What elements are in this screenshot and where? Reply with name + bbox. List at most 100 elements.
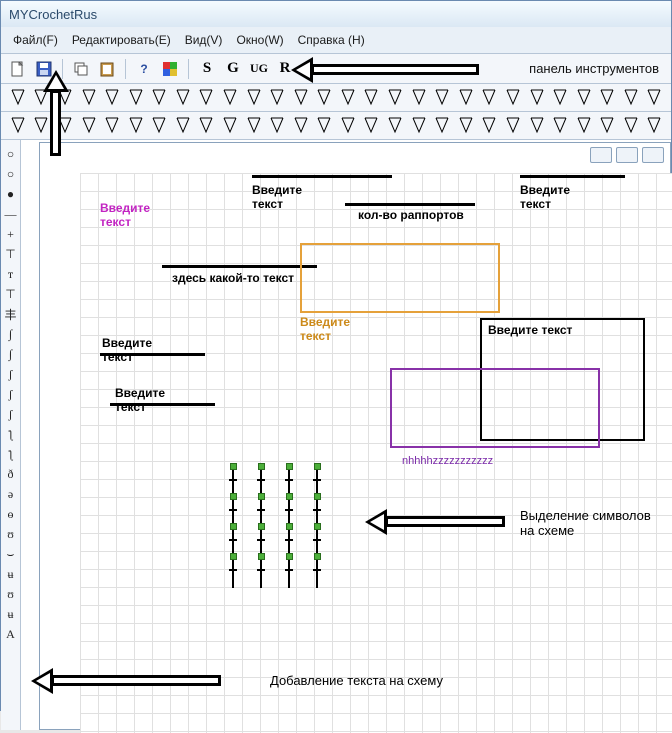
menu-file[interactable]: Файл(F) (7, 31, 64, 49)
side-tool-button[interactable]: ʃ (3, 366, 19, 382)
copy-icon[interactable] (70, 58, 92, 80)
side-tool-button[interactable]: ə (3, 486, 19, 502)
stitch-symbol-button[interactable] (384, 114, 406, 136)
side-tool-button[interactable]: ð (3, 466, 19, 482)
stitch-symbol-button[interactable] (408, 86, 430, 108)
text-prompt[interactable]: Введите текст (520, 183, 570, 211)
stitch-symbol-button[interactable] (361, 86, 383, 108)
side-tool-button[interactable]: ⊤ (3, 286, 19, 302)
stitch-symbol-button[interactable] (196, 86, 218, 108)
close-button[interactable] (642, 147, 664, 163)
side-tool-button[interactable]: ⌣ (3, 546, 19, 562)
stitch-symbol-button[interactable] (219, 86, 241, 108)
stitch-symbol-button[interactable] (290, 86, 312, 108)
stitch-symbol-button[interactable] (573, 86, 595, 108)
stitch-symbol-button[interactable] (7, 86, 29, 108)
side-tool-button[interactable]: ∫ (3, 346, 19, 362)
stitch-symbol-button[interactable] (549, 86, 571, 108)
text-prompt[interactable]: Введите текст (300, 315, 350, 343)
side-tool-button[interactable]: ʉ (3, 606, 19, 622)
text-prompt[interactable]: Введите текст (100, 201, 150, 229)
palette-icon[interactable] (159, 58, 181, 80)
side-tool-button[interactable]: ● (3, 186, 19, 202)
stitch-symbol-button[interactable] (125, 86, 147, 108)
paste-icon[interactable] (96, 58, 118, 80)
menu-view[interactable]: Вид(V) (179, 31, 229, 49)
stitch-symbol-button[interactable] (31, 114, 53, 136)
stitch-symbol-button[interactable] (479, 86, 501, 108)
stitch-symbol-button[interactable] (243, 86, 265, 108)
stitch-symbol-button[interactable] (502, 86, 524, 108)
stitch-symbol-button[interactable] (101, 114, 123, 136)
stitch-symbol-button[interactable] (266, 114, 288, 136)
stitch-symbol-button[interactable] (620, 114, 642, 136)
menu-edit[interactable]: Редактировать(E) (66, 31, 177, 49)
stitch-symbol-button[interactable] (596, 86, 618, 108)
stitch-symbol-button[interactable] (7, 114, 29, 136)
maximize-button[interactable] (616, 147, 638, 163)
stitch-symbol-button[interactable] (314, 86, 336, 108)
side-tool-button[interactable]: ∫ (3, 326, 19, 342)
stitch-symbol-button[interactable] (502, 114, 524, 136)
stitch-symbol-button[interactable] (431, 86, 453, 108)
stitch-symbol-button[interactable] (644, 114, 666, 136)
stitch-symbol-button[interactable] (549, 114, 571, 136)
stitch-symbol-button[interactable] (172, 114, 194, 136)
text-tool-button[interactable]: A (3, 626, 19, 642)
stitch-symbol-button[interactable] (644, 86, 666, 108)
stitch-symbol-button[interactable] (620, 86, 642, 108)
stitch-symbol-button[interactable] (172, 86, 194, 108)
text-prompt[interactable]: Введите текст (488, 323, 572, 337)
stitch-symbol-button[interactable] (219, 114, 241, 136)
side-tool-button[interactable]: ƪ (3, 426, 19, 442)
selected-stitches[interactable] (230, 463, 340, 593)
side-tool-button[interactable]: ʉ (3, 566, 19, 582)
stitch-symbol-button[interactable] (314, 114, 336, 136)
text-label[interactable]: nhhhhzzzzzzzzzzz (402, 455, 493, 467)
tool-s[interactable]: S (196, 58, 218, 80)
tool-ug[interactable]: UG (248, 58, 270, 80)
side-tool-button[interactable]: + (3, 226, 19, 242)
purple-box[interactable] (390, 368, 600, 448)
stitch-symbol-button[interactable] (148, 114, 170, 136)
side-tool-button[interactable]: ʃ (3, 406, 19, 422)
stitch-symbol-button[interactable] (101, 86, 123, 108)
stitch-symbol-button[interactable] (479, 114, 501, 136)
side-tool-button[interactable]: 丰 (3, 306, 19, 322)
stitch-symbol-button[interactable] (148, 86, 170, 108)
menu-window[interactable]: Окно(W) (230, 31, 289, 49)
stitch-symbol-button[interactable] (526, 86, 548, 108)
tool-g[interactable]: G (222, 58, 244, 80)
new-icon[interactable] (7, 58, 29, 80)
stitch-symbol-button[interactable] (455, 114, 477, 136)
side-tool-button[interactable]: ɵ (3, 506, 19, 522)
minimize-button[interactable] (590, 147, 612, 163)
stitch-symbol-button[interactable] (266, 86, 288, 108)
stitch-symbol-button[interactable] (596, 114, 618, 136)
help-icon[interactable]: ? (133, 58, 155, 80)
menu-help[interactable]: Справка (H) (292, 31, 371, 49)
side-tool-button[interactable]: ⊤ (3, 246, 19, 262)
stitch-symbol-button[interactable] (361, 114, 383, 136)
stitch-symbol-button[interactable] (337, 114, 359, 136)
stitch-symbol-button[interactable] (243, 114, 265, 136)
text-prompt[interactable]: Введите текст (115, 386, 165, 414)
stitch-symbol-button[interactable] (455, 86, 477, 108)
side-tool-button[interactable]: т (3, 266, 19, 282)
orange-box[interactable] (300, 243, 500, 313)
side-tool-button[interactable]: ʃ (3, 386, 19, 402)
stitch-symbol-button[interactable] (78, 114, 100, 136)
stitch-symbol-button[interactable] (431, 114, 453, 136)
stitch-symbol-button[interactable] (384, 86, 406, 108)
side-tool-button[interactable]: ƪ (3, 446, 19, 462)
stitch-symbol-button[interactable] (196, 114, 218, 136)
text-prompt[interactable]: кол-во раппортов (358, 208, 464, 222)
text-prompt[interactable]: Введите текст (252, 183, 302, 211)
grid-canvas[interactable]: Введите текст Введите текст кол-во раппо… (80, 173, 672, 733)
stitch-symbol-button[interactable] (573, 114, 595, 136)
stitch-symbol-button[interactable] (125, 114, 147, 136)
side-tool-button[interactable]: — (3, 206, 19, 222)
stitch-symbol-button[interactable] (408, 114, 430, 136)
side-tool-button[interactable]: ○ (3, 146, 19, 162)
side-tool-button[interactable]: ʊ (3, 526, 19, 542)
